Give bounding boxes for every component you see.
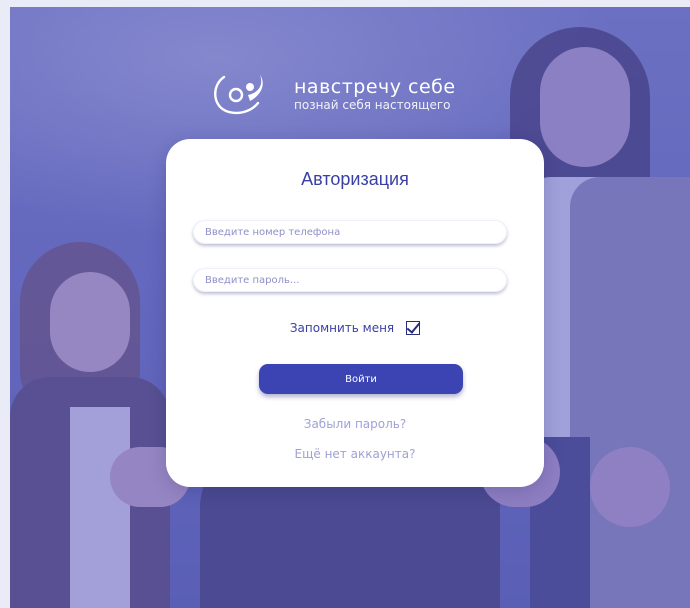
circle-swirl-logo-icon — [210, 71, 272, 117]
login-card: Авторизация Запомнить меня Войти Забыли … — [166, 139, 544, 487]
remember-me-label: Запомнить меня — [289, 321, 395, 335]
brand-tagline: познай себя настоящего — [294, 98, 451, 112]
brand-name: навстречу себе — [294, 76, 456, 98]
logo: навстречу себе познай себя настоящего — [210, 71, 456, 117]
password-input[interactable] — [193, 268, 507, 292]
forgot-password-link[interactable]: Забыли пароль? — [166, 417, 544, 431]
phone-input[interactable] — [193, 220, 507, 244]
remember-me-row: Запомнить меня — [166, 321, 544, 335]
signup-link[interactable]: Ещё нет аккаунта? — [166, 447, 544, 461]
background-photo: навстречу себе познай себя настоящего Ав… — [10, 7, 690, 608]
login-button[interactable]: Войти — [259, 364, 463, 394]
page-title: Авторизация — [301, 169, 409, 189]
remember-me-checkbox[interactable] — [406, 321, 421, 335]
